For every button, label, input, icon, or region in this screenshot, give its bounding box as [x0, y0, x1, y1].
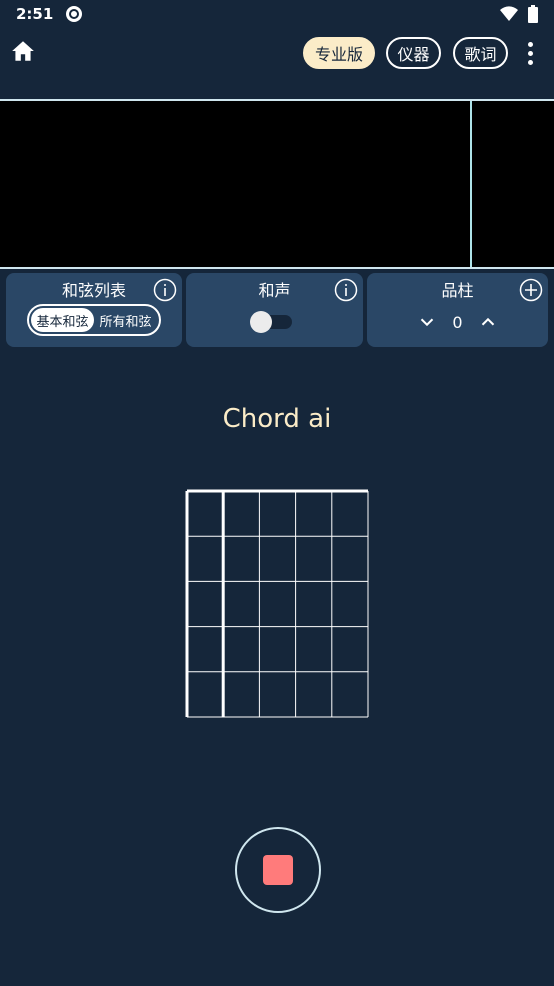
home-icon[interactable] [10, 38, 36, 64]
chevron-up-icon[interactable] [477, 311, 499, 333]
status-bar: 2:51 [0, 0, 554, 28]
playhead-line [470, 101, 472, 267]
info-icon[interactable] [153, 278, 177, 302]
more-vert-icon[interactable] [522, 38, 538, 68]
instrument-button[interactable]: 仪器 [386, 37, 441, 69]
stop-icon [263, 855, 293, 885]
fret-panel: 品柱 0 [367, 273, 548, 347]
harmony-switch[interactable] [250, 311, 292, 333]
lyrics-button[interactable]: 歌词 [453, 37, 508, 69]
chord-set-toggle[interactable]: 基本和弦 所有和弦 [27, 304, 161, 336]
status-time: 2:51 [16, 5, 54, 23]
plus-circle-icon[interactable] [519, 278, 543, 302]
sync-icon [66, 6, 83, 22]
app-bar: 专业版 仪器 歌词 [0, 28, 554, 78]
stop-button[interactable] [235, 827, 321, 913]
all-chords-option[interactable]: 所有和弦 [94, 308, 157, 332]
harmony-panel: 和声 [186, 273, 363, 347]
chord-diagram [185, 489, 369, 718]
chord-list-panel: 和弦列表 基本和弦 所有和弦 [6, 273, 182, 347]
basic-chords-option[interactable]: 基本和弦 [31, 308, 94, 332]
info-icon[interactable] [334, 278, 358, 302]
fret-value: 0 [452, 312, 463, 332]
switch-knob [250, 311, 272, 333]
fret-stepper: 0 [367, 309, 548, 335]
wifi-icon [500, 6, 518, 22]
battery-icon [528, 5, 538, 23]
pitch-display [0, 99, 554, 269]
chord-name: Chord ai [222, 404, 332, 434]
status-icons [500, 5, 538, 23]
pro-version-button[interactable]: 专业版 [303, 37, 375, 69]
chevron-down-icon[interactable] [416, 311, 438, 333]
